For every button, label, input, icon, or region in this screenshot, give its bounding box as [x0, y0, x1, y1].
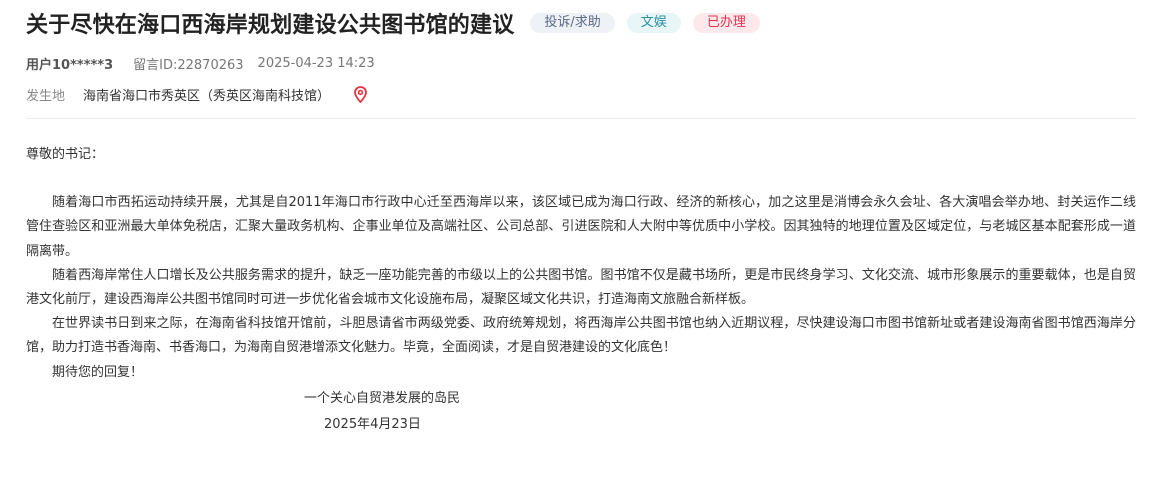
location-row: 发生地 海南省海口市秀英区（秀英区海南科技馆） — [26, 84, 367, 104]
divider — [26, 118, 1136, 119]
location-value: 海南省海口市秀英区（秀英区海南科技馆） — [83, 88, 331, 104]
letter-date: 2025年4月23日 — [324, 417, 421, 433]
letter-greeting: 尊敬的书记： — [26, 147, 105, 162]
status-badge: 已办理 — [692, 13, 760, 33]
meta-row: 用户10*****3 留言ID:22870263 2025-04-23 14:2… — [26, 53, 375, 73]
letter-paragraph-2: 随着西海岸常住人口增长及公共服务需求的提升，缺乏一座功能完善的市级以上的公共图书… — [26, 267, 1136, 308]
title-row: 关于尽快在海口西海岸规划建设公共图书馆的建议 投诉/求助 文娱 已办理 — [26, 8, 760, 38]
page-title: 关于尽快在海口西海岸规划建设公共图书馆的建议 — [26, 13, 515, 38]
letter-body: 尊敬的书记： 随着海口市西拓运动持续开展，尤其是自2011年海口市行政中心迁至西… — [26, 143, 1136, 437]
user-name: 用户10*****3 — [26, 57, 114, 73]
location-pin-icon-svg — [354, 85, 367, 103]
location-label: 发生地 — [26, 88, 66, 104]
timestamp: 2025-04-23 14:23 — [257, 55, 375, 71]
letter-signature: 一个关心自贸港发展的岛民 — [304, 390, 461, 406]
message-id: 留言ID:22870263 — [133, 57, 244, 73]
location-pin-icon[interactable] — [354, 85, 367, 103]
letter-closing: 期待您的回复！ — [52, 364, 144, 380]
letter-paragraph-1: 随着海口市西拓运动持续开展，尤其是自2011年海口市行政中心迁至西海岸以来，该区… — [26, 195, 1136, 259]
letter-paragraph-3: 在世界读书日到来之际，在海南省科技馆开馆前，斗胆恳请省市两级党委、政府统筹规划，… — [26, 316, 1136, 356]
category-tag: 文娱 — [626, 13, 681, 33]
type-tag: 投诉/求助 — [530, 13, 615, 33]
